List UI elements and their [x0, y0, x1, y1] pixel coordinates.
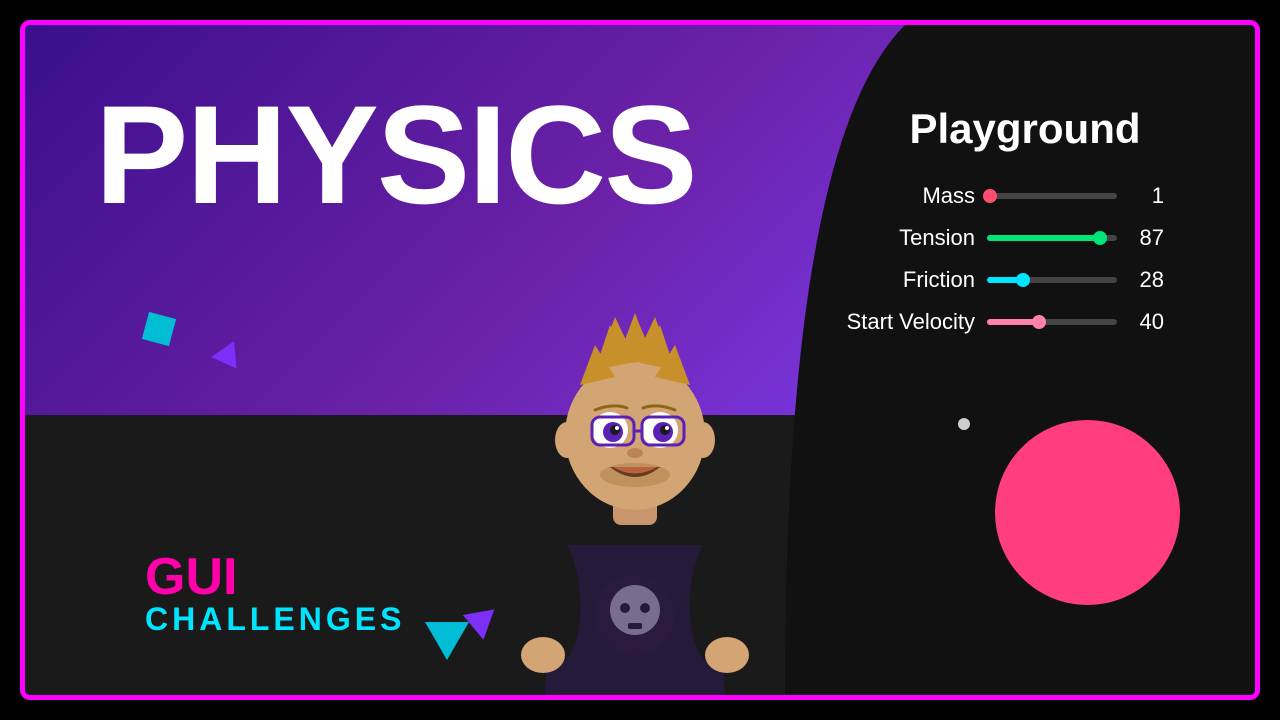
- slider-track-mass[interactable]: [987, 193, 1117, 199]
- main-frame: PHYSICS GUI CHALLENGES Playground Mass 1…: [20, 20, 1260, 700]
- character-illustration: [495, 195, 775, 695]
- slider-thumb-friction[interactable]: [1016, 273, 1030, 287]
- slider-track-start-velocity[interactable]: [987, 319, 1117, 325]
- cursor: [958, 418, 970, 430]
- slider-value-friction: 28: [1129, 267, 1164, 293]
- slider-thumb-mass[interactable]: [983, 189, 997, 203]
- slider-value-start-velocity: 40: [1129, 309, 1164, 335]
- gui-text: GUI: [145, 551, 405, 603]
- slider-row-start-velocity: Start Velocity 40: [825, 309, 1225, 335]
- slider-row-tension: Tension 87: [825, 225, 1225, 251]
- purple-triangle-bottom-shape: [463, 609, 499, 642]
- challenges-text: CHALLENGES: [145, 603, 405, 635]
- slider-fill-tension: [987, 235, 1100, 241]
- gui-challenges-label: GUI CHALLENGES: [145, 551, 405, 635]
- slider-row-friction: Friction 28: [825, 267, 1225, 293]
- slider-label-mass: Mass: [825, 183, 975, 209]
- slider-track-tension[interactable]: [987, 235, 1117, 241]
- playground-title: Playground: [825, 105, 1225, 153]
- slider-label-tension: Tension: [825, 225, 975, 251]
- slider-row-mass: Mass 1: [825, 183, 1225, 209]
- cyan-triangle-bottom-shape: [425, 622, 469, 660]
- slider-thumb-start-velocity[interactable]: [1032, 315, 1046, 329]
- slider-label-friction: Friction: [825, 267, 975, 293]
- slider-value-mass: 1: [1129, 183, 1164, 209]
- physics-title: PHYSICS: [95, 85, 696, 225]
- slider-thumb-tension[interactable]: [1093, 231, 1107, 245]
- physics-ball: [995, 420, 1180, 605]
- slider-track-friction[interactable]: [987, 277, 1117, 283]
- slider-value-tension: 87: [1129, 225, 1164, 251]
- playground-panel: Playground Mass 1 Tension 87 Friction: [825, 105, 1225, 351]
- slider-label-start-velocity: Start Velocity: [825, 309, 975, 335]
